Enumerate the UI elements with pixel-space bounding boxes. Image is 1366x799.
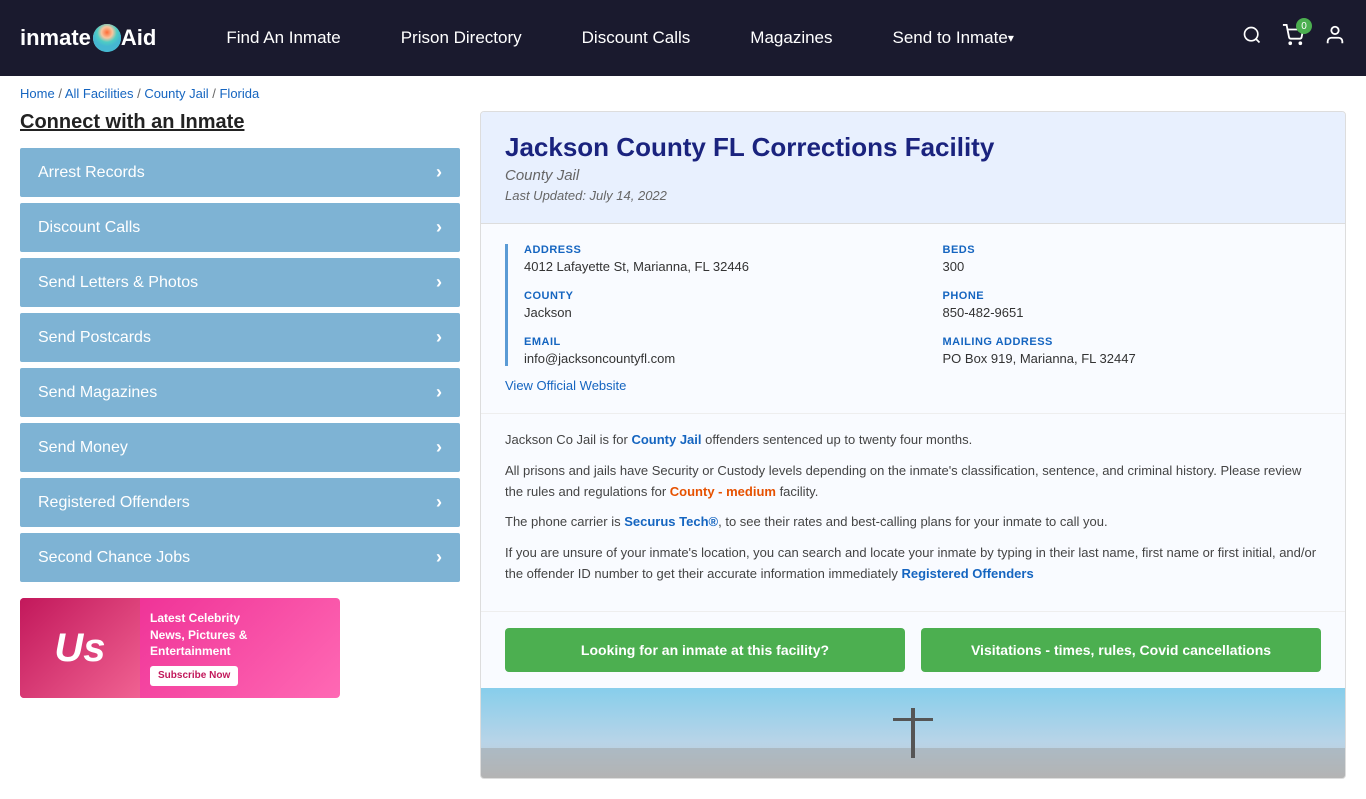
desc-paragraph-1: Jackson Co Jail is for County Jail offen… [505, 430, 1321, 451]
ad-line3: Entertainment [150, 643, 247, 660]
sidebar-item-label: Send Postcards [38, 329, 151, 347]
find-inmate-button[interactable]: Looking for an inmate at this facility? [505, 628, 905, 672]
action-buttons: Looking for an inmate at this facility? … [481, 612, 1345, 688]
cart-badge: 0 [1296, 18, 1312, 34]
mailing-label: MAILING ADDRESS [943, 336, 1322, 348]
sidebar-item-label: Second Chance Jobs [38, 549, 190, 567]
breadcrumb-state[interactable]: Florida [219, 86, 259, 101]
navigation: inmate Aid Find An Inmate Prison Directo… [0, 0, 1366, 76]
breadcrumb: Home / All Facilities / County Jail / Fl… [0, 76, 1366, 111]
sidebar-item-send-letters[interactable]: Send Letters & Photos › [20, 258, 460, 307]
view-website-link[interactable]: View Official Website [505, 378, 626, 393]
facility-type: County Jail [505, 167, 1321, 184]
sidebar-item-label: Arrest Records [38, 164, 145, 182]
desc-paragraph-3: The phone carrier is Securus Tech®, to s… [505, 512, 1321, 533]
user-button[interactable] [1324, 24, 1346, 52]
sidebar-item-discount-calls[interactable]: Discount Calls › [20, 203, 460, 252]
phone-field: PHONE 850-482-9651 [943, 290, 1322, 320]
ad-brand-logo: Us [54, 626, 105, 671]
ad-line1: Latest Celebrity [150, 610, 247, 627]
info-grid: ADDRESS 4012 Lafayette St, Marianna, FL … [505, 244, 1321, 366]
county-field: COUNTY Jackson [524, 290, 903, 320]
sidebar: Connect with an Inmate Arrest Records › … [20, 111, 460, 779]
cart-button[interactable]: 0 [1282, 24, 1304, 52]
facility-photo [481, 688, 1345, 778]
chevron-right-icon: › [436, 547, 442, 568]
mailing-value: PO Box 919, Marianna, FL 32447 [943, 351, 1322, 366]
facility-header: Jackson County FL Corrections Facility C… [481, 112, 1345, 224]
chevron-right-icon: › [436, 492, 442, 513]
county-jail-link[interactable]: County Jail [631, 432, 701, 447]
facility-description: Jackson Co Jail is for County Jail offen… [481, 414, 1345, 612]
ad-text-block: Latest Celebrity News, Pictures & Entert… [140, 600, 257, 696]
sidebar-item-arrest-records[interactable]: Arrest Records › [20, 148, 460, 197]
phone-value: 850-482-9651 [943, 305, 1322, 320]
sidebar-item-label: Discount Calls [38, 219, 140, 237]
advertisement[interactable]: Us Latest Celebrity News, Pictures & Ent… [20, 598, 340, 698]
logo[interactable]: inmate Aid [20, 24, 156, 52]
sidebar-item-label: Send Money [38, 439, 128, 457]
search-button[interactable] [1242, 25, 1262, 51]
address-field: ADDRESS 4012 Lafayette St, Marianna, FL … [524, 244, 903, 274]
chevron-right-icon: › [436, 272, 442, 293]
nav-discount-calls[interactable]: Discount Calls [552, 0, 721, 76]
breadcrumb-home[interactable]: Home [20, 86, 55, 101]
nav-prison-directory[interactable]: Prison Directory [371, 0, 552, 76]
chevron-right-icon: › [436, 437, 442, 458]
sidebar-menu: Arrest Records › Discount Calls › Send L… [20, 148, 460, 582]
address-value: 4012 Lafayette St, Marianna, FL 32446 [524, 259, 903, 274]
chevron-right-icon: › [436, 217, 442, 238]
sidebar-item-label: Send Magazines [38, 384, 157, 402]
nav-icons: 0 [1242, 24, 1346, 52]
sidebar-item-label: Send Letters & Photos [38, 274, 198, 292]
email-label: EMAIL [524, 336, 903, 348]
logo-suffix-text: Aid [121, 25, 156, 51]
chevron-right-icon: › [436, 382, 442, 403]
sidebar-item-send-money[interactable]: Send Money › [20, 423, 460, 472]
nav-find-inmate[interactable]: Find An Inmate [196, 0, 370, 76]
main-container: Connect with an Inmate Arrest Records › … [0, 111, 1366, 799]
desc-paragraph-4: If you are unsure of your inmate's locat… [505, 543, 1321, 585]
breadcrumb-all-facilities[interactable]: All Facilities [65, 86, 134, 101]
beds-field: BEDS 300 [943, 244, 1322, 274]
sidebar-item-send-magazines[interactable]: Send Magazines › [20, 368, 460, 417]
ad-image: Us [20, 598, 140, 698]
phone-label: PHONE [943, 290, 1322, 302]
address-label: ADDRESS [524, 244, 903, 256]
county-value: Jackson [524, 305, 903, 320]
sidebar-item-second-chance-jobs[interactable]: Second Chance Jobs › [20, 533, 460, 582]
securus-tech-link[interactable]: Securus Tech® [624, 514, 718, 529]
registered-offenders-link[interactable]: Registered Offenders [901, 566, 1033, 581]
logo-icon [93, 24, 121, 52]
desc-paragraph-2: All prisons and jails have Security or C… [505, 461, 1321, 503]
mailing-field: MAILING ADDRESS PO Box 919, Marianna, FL… [943, 336, 1322, 366]
beds-label: BEDS [943, 244, 1322, 256]
county-label: COUNTY [524, 290, 903, 302]
sidebar-item-registered-offenders[interactable]: Registered Offenders › [20, 478, 460, 527]
last-updated: Last Updated: July 14, 2022 [505, 188, 1321, 203]
email-field: EMAIL info@jacksoncountyfl.com [524, 336, 903, 366]
nav-magazines[interactable]: Magazines [720, 0, 862, 76]
facility-info: ADDRESS 4012 Lafayette St, Marianna, FL … [481, 224, 1345, 414]
county-medium-link[interactable]: County - medium [670, 484, 776, 499]
sidebar-item-label: Registered Offenders [38, 494, 190, 512]
beds-value: 300 [943, 259, 1322, 274]
nav-send-to-inmate[interactable]: Send to Inmate [863, 0, 1044, 76]
facility-content: Jackson County FL Corrections Facility C… [480, 111, 1346, 779]
sidebar-title: Connect with an Inmate [20, 111, 460, 134]
breadcrumb-county-jail[interactable]: County Jail [144, 86, 208, 101]
chevron-right-icon: › [436, 162, 442, 183]
sidebar-item-send-postcards[interactable]: Send Postcards › [20, 313, 460, 362]
logo-text: inmate [20, 25, 91, 51]
email-value: info@jacksoncountyfl.com [524, 351, 903, 366]
visitations-button[interactable]: Visitations - times, rules, Covid cancel… [921, 628, 1321, 672]
facility-name: Jackson County FL Corrections Facility [505, 132, 1321, 163]
pole-silhouette [873, 708, 953, 758]
ad-subscribe-button[interactable]: Subscribe Now [150, 666, 238, 686]
ad-line2: News, Pictures & [150, 627, 247, 644]
chevron-right-icon: › [436, 327, 442, 348]
nav-links: Find An Inmate Prison Directory Discount… [196, 0, 1242, 76]
